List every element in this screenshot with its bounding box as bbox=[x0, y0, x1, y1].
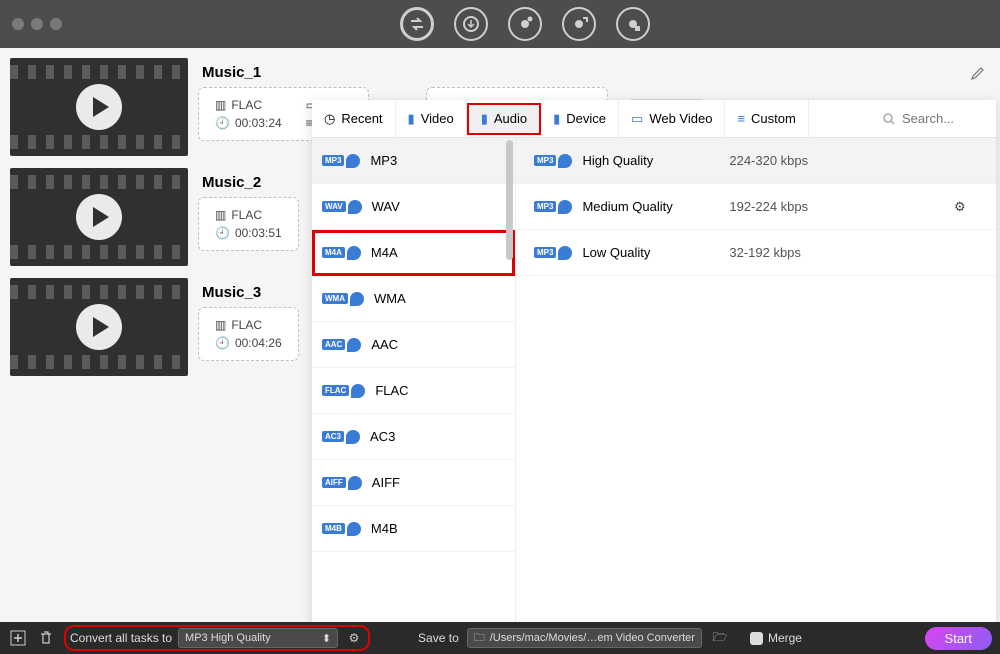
tab-device[interactable]: ▮ Device bbox=[541, 100, 619, 137]
format-item-mp3[interactable]: MP3MP3 bbox=[312, 138, 515, 184]
source-info: ▥ FLAC 🕘 00:04:26 bbox=[198, 307, 299, 361]
merge-toggle[interactable]: Merge bbox=[750, 631, 802, 645]
save-path-field[interactable]: 🗀 /Users/mac/Movies/…em Video Converter bbox=[467, 628, 702, 648]
quality-high[interactable]: MP3High Quality 224-320 kbps bbox=[516, 138, 996, 184]
format-item-aiff[interactable]: AIFFAIFF bbox=[312, 460, 515, 506]
open-folder-icon[interactable]: 🗁 bbox=[710, 628, 730, 648]
format-item-flac[interactable]: FLACFLAC bbox=[312, 368, 515, 414]
play-icon bbox=[76, 194, 122, 240]
maximize-window[interactable] bbox=[50, 18, 62, 30]
tab-recent[interactable]: ◷ Recent bbox=[312, 100, 396, 137]
gear-icon[interactable]: ⚙ bbox=[954, 199, 978, 215]
edit-mode-icon[interactable] bbox=[508, 7, 542, 41]
merge-mode-icon[interactable] bbox=[562, 7, 596, 41]
quality-list: MP3High Quality 224-320 kbps MP3Medium Q… bbox=[516, 138, 996, 626]
source-info: ▥ FLAC 🕘 00:03:51 bbox=[198, 197, 299, 251]
format-list: MP3MP3 WAVWAV M4AM4A WMAWMA AACAAC FLACF… bbox=[312, 138, 516, 626]
convert-settings-icon[interactable]: ⚙ bbox=[344, 628, 364, 648]
video-thumbnail[interactable] bbox=[10, 278, 188, 376]
convert-all-label: Convert all tasks to bbox=[70, 631, 172, 645]
save-to-label: Save to bbox=[418, 631, 459, 645]
add-task-icon[interactable] bbox=[8, 628, 28, 648]
download-mode-icon[interactable] bbox=[454, 7, 488, 41]
top-toolbar bbox=[400, 7, 650, 41]
format-item-ac3[interactable]: AC3AC3 bbox=[312, 414, 515, 460]
format-category-tabs: ◷ Recent ▮ Video ▮ Audio ▮ Device ▭ Web … bbox=[312, 100, 996, 138]
tab-web-video[interactable]: ▭ Web Video bbox=[619, 100, 725, 137]
search-icon bbox=[882, 112, 896, 126]
tab-video[interactable]: ▮ Video bbox=[396, 100, 467, 137]
titlebar bbox=[0, 0, 1000, 48]
task-title: Music_2 bbox=[202, 174, 261, 191]
rename-icon[interactable] bbox=[970, 65, 986, 81]
close-window[interactable] bbox=[12, 18, 24, 30]
window-controls bbox=[12, 18, 62, 30]
tab-custom[interactable]: ≡ Custom bbox=[725, 100, 808, 137]
video-thumbnail[interactable] bbox=[10, 58, 188, 156]
quality-medium[interactable]: MP3Medium Quality 192-224 kbps ⚙ bbox=[516, 184, 996, 230]
format-item-aac[interactable]: AACAAC bbox=[312, 322, 515, 368]
format-item-m4b[interactable]: M4BM4B bbox=[312, 506, 515, 552]
merge-checkbox[interactable] bbox=[750, 632, 763, 645]
play-icon bbox=[76, 84, 122, 130]
tab-audio[interactable]: ▮ Audio bbox=[467, 103, 541, 135]
search-input[interactable] bbox=[902, 111, 982, 126]
minimize-window[interactable] bbox=[31, 18, 43, 30]
convert-all-highlight: Convert all tasks to MP3 High Quality⬍ ⚙ bbox=[64, 625, 370, 651]
format-picker-panel: ◷ Recent ▮ Video ▮ Audio ▮ Device ▭ Web … bbox=[312, 100, 996, 626]
start-button[interactable]: Start bbox=[925, 627, 992, 650]
convert-all-dropdown[interactable]: MP3 High Quality⬍ bbox=[178, 628, 338, 648]
play-icon bbox=[76, 304, 122, 350]
format-item-wav[interactable]: WAVWAV bbox=[312, 184, 515, 230]
folder-icon: 🗀 bbox=[474, 629, 485, 648]
tools-mode-icon[interactable] bbox=[616, 7, 650, 41]
scrollbar[interactable] bbox=[506, 140, 513, 260]
format-search[interactable] bbox=[868, 111, 996, 126]
delete-task-icon[interactable] bbox=[36, 628, 56, 648]
footer-bar: Convert all tasks to MP3 High Quality⬍ ⚙… bbox=[0, 622, 1000, 654]
task-title: Music_3 bbox=[202, 284, 261, 301]
convert-mode-icon[interactable] bbox=[400, 7, 434, 41]
format-item-m4a[interactable]: M4AM4A bbox=[312, 230, 515, 276]
quality-low[interactable]: MP3Low Quality 32-192 kbps bbox=[516, 230, 996, 276]
task-title: Music_1 bbox=[202, 64, 261, 81]
format-item-wma[interactable]: WMAWMA bbox=[312, 276, 515, 322]
video-thumbnail[interactable] bbox=[10, 168, 188, 266]
